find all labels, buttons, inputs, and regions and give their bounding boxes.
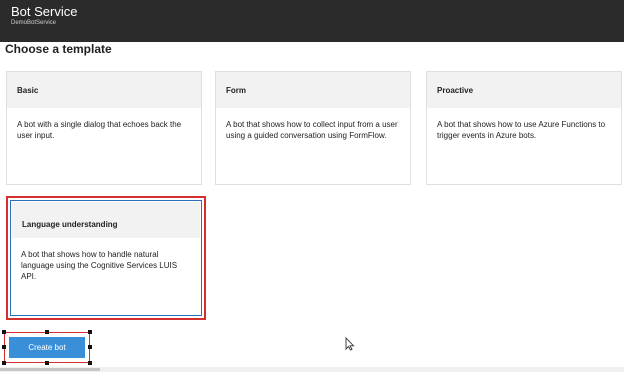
page-title: Choose a template xyxy=(5,42,112,56)
template-description: A bot that shows how to use Azure Functi… xyxy=(437,120,606,140)
template-name: Proactive xyxy=(437,86,474,95)
resize-handle xyxy=(88,345,92,349)
template-description: A bot with a single dialog that echoes b… xyxy=(17,120,182,140)
template-card-header: Basic xyxy=(7,72,201,108)
template-description: A bot that shows how to handle natural l… xyxy=(21,250,178,281)
template-description: A bot that shows how to collect input fr… xyxy=(226,120,398,140)
resize-handle xyxy=(88,330,92,334)
create-bot-button[interactable]: Create bot xyxy=(9,337,85,358)
resize-handle xyxy=(2,330,6,334)
selected-card-outline: Language understanding A bot that shows … xyxy=(10,200,202,316)
mouse-pointer-icon xyxy=(345,336,355,356)
app-title: Bot Service xyxy=(11,4,78,19)
template-card-language-understanding[interactable]: Language understanding A bot that shows … xyxy=(6,196,206,320)
resize-handle xyxy=(45,361,49,365)
resize-handle xyxy=(45,330,49,334)
template-card-header: Proactive xyxy=(427,72,621,108)
resize-handle xyxy=(2,361,6,365)
top-bar: Bot Service DemoBotService xyxy=(0,0,624,42)
template-name: Basic xyxy=(17,86,39,95)
template-card-header: Language understanding xyxy=(12,202,200,238)
template-name: Form xyxy=(226,86,246,95)
create-button-highlight: Create bot xyxy=(2,330,92,365)
template-name: Language understanding xyxy=(22,220,118,229)
app-subtitle: DemoBotService xyxy=(11,20,57,26)
resize-handle xyxy=(88,361,92,365)
template-card-form[interactable]: Form A bot that shows how to collect inp… xyxy=(215,71,411,185)
template-card-proactive[interactable]: Proactive A bot that shows how to use Az… xyxy=(426,71,622,185)
resize-handle xyxy=(2,345,6,349)
scrollbar-thumb[interactable] xyxy=(0,368,100,371)
template-card-header: Form xyxy=(216,72,410,108)
template-card-basic[interactable]: Basic A bot with a single dialog that ec… xyxy=(6,71,202,185)
horizontal-scrollbar[interactable] xyxy=(0,367,624,372)
